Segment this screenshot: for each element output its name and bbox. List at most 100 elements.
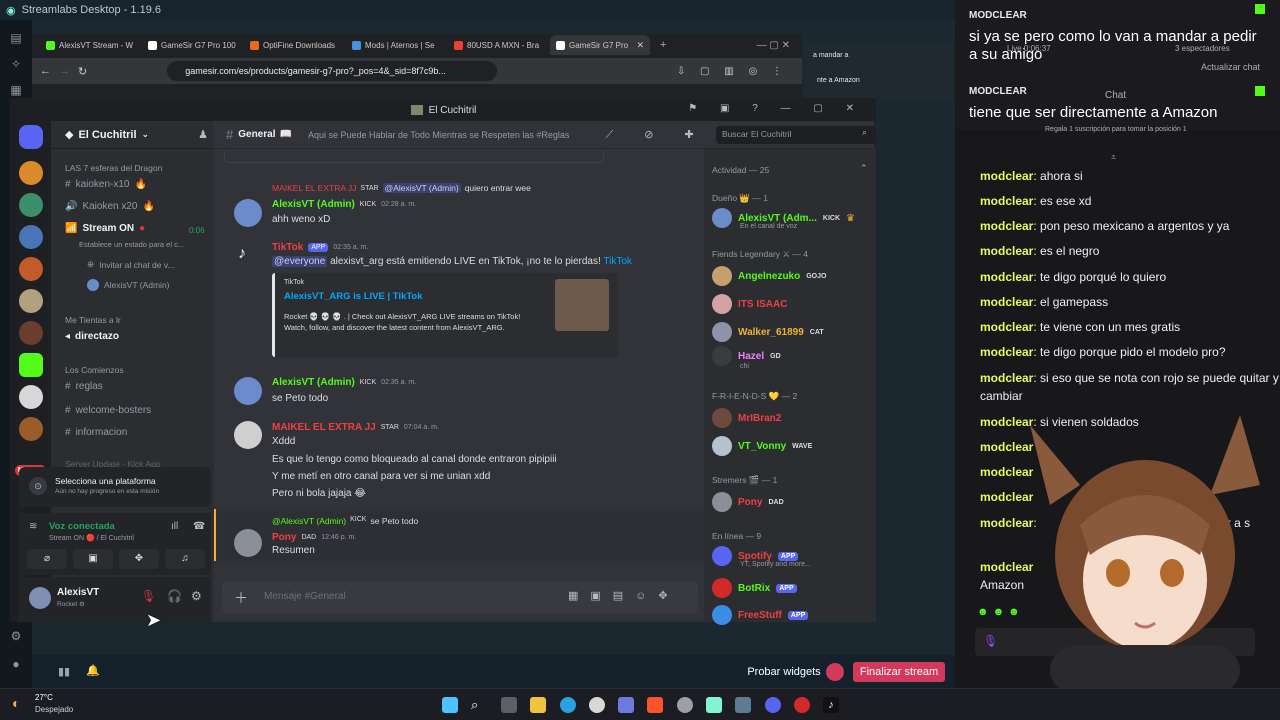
search-input[interactable]: Buscar El Cuchitril <box>716 126 876 144</box>
category-label[interactable]: Los Comienzos <box>65 365 124 375</box>
soundboard-icon[interactable]: ıll <box>171 521 178 532</box>
server-avatar[interactable] <box>19 385 43 409</box>
chat-user[interactable]: modclear <box>980 295 1033 309</box>
file-explorer-icon[interactable] <box>530 697 546 713</box>
voice-status[interactable]: Voz conectada <box>49 521 115 532</box>
chat-user[interactable]: modclear <box>980 169 1033 183</box>
soundboard-button-icon[interactable]: ♫ <box>165 549 205 569</box>
themes-icon[interactable]: ✧ <box>8 56 24 72</box>
browser-tab[interactable]: Mods | Aternos | Se <box>346 35 446 55</box>
server-avatar[interactable] <box>19 289 43 313</box>
apps-icon[interactable]: ▦ <box>8 82 24 98</box>
add-member-icon[interactable]: ♟ <box>198 128 208 141</box>
server-avatar[interactable] <box>19 257 43 281</box>
chat-user[interactable]: modclear <box>980 244 1033 258</box>
server-avatar[interactable] <box>19 417 43 441</box>
channel-kaioken-x10[interactable]: # kaioken-x10 🔥 <box>65 179 147 190</box>
editor-icon[interactable]: ▤ <box>8 30 24 46</box>
avatar[interactable] <box>234 377 262 405</box>
profile-icon[interactable]: ● <box>8 656 24 672</box>
window-controls-icon[interactable]: — ▢ ✕ <box>757 40 790 51</box>
app-icon[interactable] <box>794 697 810 713</box>
browser-tab[interactable]: GameSir G7 Pro 100 <box>142 35 242 55</box>
app-icon[interactable] <box>735 697 751 713</box>
back-icon[interactable]: ← <box>40 65 51 77</box>
weather-icon[interactable]: ◐ <box>12 695 20 711</box>
settings-app-icon[interactable] <box>677 697 693 713</box>
browser-tab[interactable]: 80USD A MXN - Bra <box>448 35 548 55</box>
mic-muted-icon[interactable]: 🎙 <box>141 589 156 603</box>
probar-widgets-button[interactable]: Probar widgets <box>745 662 823 682</box>
voice-location[interactable]: Stream ON 🔴 / El Cuchitril <box>49 534 134 542</box>
server-header[interactable]: ◆ El Cuchitril ⌄ ♟ <box>51 121 214 149</box>
reply-preview[interactable]: @AlexisVT (Admin) KICK se Peto todo <box>272 516 418 526</box>
message-link[interactable]: TikTok <box>603 256 632 267</box>
server-avatar[interactable] <box>19 225 43 249</box>
voice-user-item[interactable]: AlexisVT (Admin) <box>87 279 170 291</box>
member-row[interactable]: ITS ISAAC <box>712 293 787 315</box>
member-row[interactable]: Angelnezuko GOJO <box>712 265 826 287</box>
avatar[interactable] <box>234 199 262 227</box>
channel-directazo[interactable]: ◂ directazo <box>65 331 119 342</box>
extensions-icons[interactable]: ⇩ ▢ ▥ ◎ ⋮ <box>677 66 788 77</box>
chat-user[interactable]: modclear <box>980 219 1033 233</box>
chevron-up-icon[interactable]: ⌃ <box>860 163 868 174</box>
chat-user[interactable]: modclear <box>980 320 1033 334</box>
reload-icon[interactable]: ↻ <box>78 65 87 78</box>
server-avatar[interactable] <box>19 161 43 185</box>
category-label[interactable]: Me Tientas a lr <box>65 315 121 325</box>
member-row[interactable]: BotRix APP <box>712 577 797 599</box>
message-author[interactable]: AlexisVT (Admin) <box>272 199 355 210</box>
browser-tab-active[interactable]: GameSir G7 Pro ✕ <box>550 35 650 55</box>
member-row[interactable]: VT_Vonny WAVE <box>712 435 812 457</box>
message-author[interactable]: MAIKEL EL EXTRA JJ <box>272 422 376 433</box>
disconnect-icon[interactable]: ☎ <box>193 521 205 532</box>
refresh-chat-button[interactable]: Actualizar chat <box>1201 62 1260 72</box>
settings-icon[interactable]: ⚙ <box>8 628 24 644</box>
member-row[interactable]: Walker_61899 CAT <box>712 321 824 343</box>
server-avatar[interactable] <box>19 193 43 217</box>
channel-kaioken-x20[interactable]: 🔊 Kaioken x20 🔥 <box>65 201 155 212</box>
browser-tab[interactable]: OptiFine Downloads <box>244 35 344 55</box>
stats-icon[interactable]: ▮▮ <box>58 665 70 678</box>
message-input[interactable]: Mensaje #General <box>264 591 346 602</box>
chat-user[interactable]: modclear <box>980 270 1033 284</box>
app-icon[interactable] <box>618 697 634 713</box>
tiktok-icon[interactable]: ♪ <box>823 697 839 713</box>
channel-reglas[interactable]: # reglas <box>65 381 103 392</box>
member-row[interactable]: FreeStuff APP <box>712 604 809 626</box>
media-icon[interactable] <box>589 697 605 713</box>
message-author[interactable]: TikTok <box>272 242 303 253</box>
attach-icon[interactable]: ＋ <box>234 588 248 608</box>
discord-home-icon[interactable] <box>19 125 43 149</box>
mention[interactable]: @everyone <box>272 256 328 267</box>
chat-user[interactable]: modclear <box>980 194 1033 208</box>
discord-icon[interactable] <box>765 697 781 713</box>
finalizar-stream-button[interactable]: Finalizar stream <box>853 662 945 682</box>
message-author[interactable]: AlexisVT (Admin) <box>272 377 355 388</box>
brave-icon[interactable] <box>647 697 663 713</box>
activities-icon[interactable]: ✥ <box>119 549 159 569</box>
headphones-icon[interactable]: 🎧 <box>167 589 182 603</box>
channel-informacion[interactable]: # informacion <box>65 427 127 438</box>
new-tab-icon[interactable]: + <box>660 39 666 51</box>
stream-status[interactable]: Establece un estado para el c... <box>79 240 184 249</box>
channel-stream-on[interactable]: 📶 Stream ON ● <box>65 223 145 234</box>
invite-chat-item[interactable]: ⊕ Invitar al chat de v... <box>87 259 175 270</box>
gear-icon[interactable]: ⚙ <box>191 589 202 603</box>
streamlabs-icon[interactable] <box>706 697 722 713</box>
reply-preview[interactable]: MAIKEL EL EXTRA JJ STAR @AlexisVT (Admin… <box>272 183 531 193</box>
rec-button[interactable] <box>826 663 844 681</box>
screen-share-icon[interactable]: ▣ <box>73 549 113 569</box>
chat-user[interactable]: modclear <box>980 371 1033 385</box>
message-input-box[interactable]: ＋ Mensaje #General ▦▣▤☺✥ <box>222 581 698 613</box>
channel-welcome[interactable]: # welcome-bosters <box>65 405 151 416</box>
close-tab-icon[interactable]: ✕ <box>636 40 644 51</box>
mention[interactable]: @AlexisVT (Admin) <box>382 183 461 193</box>
avatar[interactable] <box>234 529 262 557</box>
server-avatar[interactable] <box>19 321 43 345</box>
member-row[interactable]: Pony DAD <box>712 491 784 513</box>
category-label[interactable]: LAS 7 esferas del Dragon <box>65 163 162 173</box>
task-view-icon[interactable] <box>501 697 517 713</box>
chat-user[interactable]: modclear <box>980 345 1033 359</box>
